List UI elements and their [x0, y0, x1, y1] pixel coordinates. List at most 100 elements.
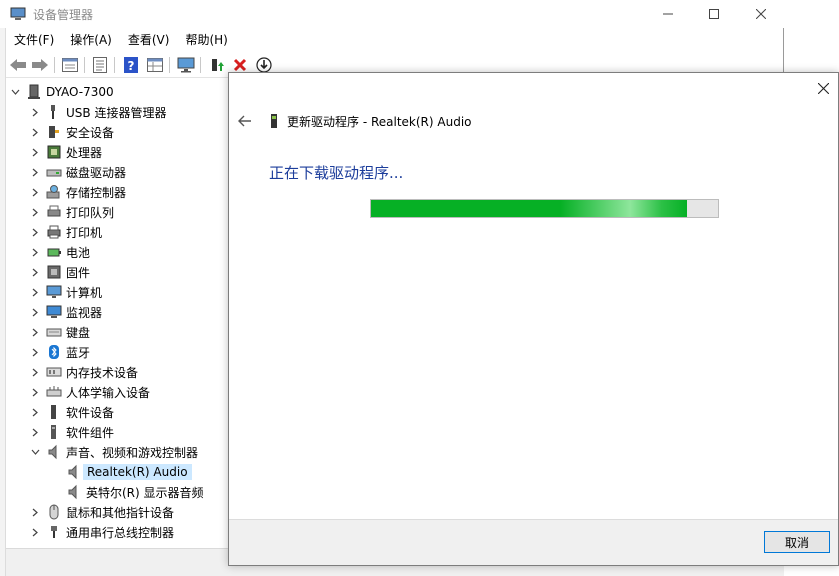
update-driver-icon — [212, 59, 224, 71]
chevron-right-icon[interactable] — [28, 382, 42, 402]
chevron-right-icon[interactable] — [28, 162, 42, 182]
tree-item[interactable]: 存储控制器 — [28, 182, 126, 202]
tree-item-label: 计算机 — [66, 285, 103, 300]
chevron-right-icon[interactable] — [28, 342, 42, 362]
chevron-right-icon[interactable] — [28, 422, 42, 442]
usb-controller-icon — [46, 524, 62, 540]
device-chip-icon — [271, 114, 277, 128]
cpu-icon — [46, 144, 62, 160]
chevron-right-icon[interactable] — [28, 142, 42, 162]
tree-item[interactable]: 固件 — [28, 262, 90, 282]
tree-item[interactable]: 打印机 — [28, 222, 102, 242]
download-status-text: 正在下载驱动程序... — [269, 164, 404, 182]
close-button[interactable] — [738, 0, 784, 28]
keyboard-icon — [46, 324, 62, 340]
back-button[interactable] — [8, 55, 28, 75]
tree-item[interactable]: 人体学输入设备 — [28, 382, 150, 402]
chevron-right-icon[interactable] — [28, 502, 42, 522]
chevron-right-icon[interactable] — [28, 362, 42, 382]
chevron-right-icon[interactable] — [28, 242, 42, 262]
tree-item[interactable]: 处理器 — [28, 142, 102, 162]
toolbar-separator — [54, 57, 55, 73]
tree-item[interactable]: 内存技术设备 — [28, 362, 138, 382]
chevron-right-icon[interactable] — [28, 322, 42, 342]
tree-item[interactable]: 监视器 — [28, 302, 102, 322]
menu-help[interactable]: 帮助(H) — [177, 30, 235, 50]
dialog-close-button[interactable] — [808, 73, 838, 103]
menu-file[interactable]: 文件(F) — [6, 30, 62, 50]
dialog-title: 更新驱动程序 - Realtek(R) Audio — [287, 115, 472, 129]
scan-hardware-button[interactable] — [176, 55, 196, 75]
tree-item[interactable]: 计算机 — [28, 282, 102, 302]
hid-icon — [46, 384, 62, 400]
tree-item[interactable]: 声音、视频和游戏控制器 — [28, 442, 198, 462]
list-view-button[interactable] — [90, 55, 110, 75]
chevron-right-icon[interactable] — [28, 182, 42, 202]
usb-icon — [46, 104, 62, 120]
help-button[interactable]: ? — [121, 55, 141, 75]
grid-view-button[interactable] — [145, 55, 165, 75]
close-icon — [756, 9, 766, 19]
back-arrow-icon — [10, 59, 26, 71]
maximize-button[interactable] — [691, 0, 737, 28]
memory-icon — [46, 364, 62, 380]
tree-item-label: 电池 — [66, 245, 91, 260]
tree-item[interactable]: 鼠标和其他指针设备 — [28, 502, 174, 522]
battery-icon — [46, 244, 62, 260]
tree-item-label: 处理器 — [66, 145, 103, 160]
chevron-right-icon[interactable] — [28, 262, 42, 282]
bluetooth-icon — [46, 344, 62, 360]
chevron-down-icon[interactable] — [28, 442, 42, 462]
download-icon — [256, 57, 272, 73]
firmware-icon — [46, 264, 62, 280]
chevron-right-icon[interactable] — [28, 282, 42, 302]
computer-tower-icon — [26, 84, 42, 100]
title-bar[interactable]: 设备管理器 — [0, 0, 784, 28]
grid-icon — [147, 58, 163, 72]
dialog-footer: 取消 — [229, 519, 838, 565]
tree-item-label: USB 连接器管理器 — [66, 105, 167, 120]
chevron-right-icon[interactable] — [28, 402, 42, 422]
tree-item-label: 键盘 — [66, 325, 91, 340]
properties-button[interactable] — [60, 55, 80, 75]
print-queue-icon — [46, 204, 62, 220]
menu-view[interactable]: 查看(V) — [120, 30, 178, 50]
tree-item[interactable]: 软件组件 — [28, 422, 114, 442]
monitor-scan-icon — [177, 57, 195, 73]
tree-item[interactable]: 蓝牙 — [28, 342, 90, 362]
tree-item[interactable]: 电池 — [28, 242, 90, 262]
tree-child-item[interactable]: Realtek(R) Audio — [62, 462, 192, 482]
forward-arrow-icon — [32, 59, 48, 71]
minimize-button[interactable] — [645, 0, 691, 28]
monitor-icon — [46, 304, 62, 320]
tree-item[interactable]: 打印队列 — [28, 202, 114, 222]
dialog-back-button[interactable] — [235, 111, 255, 131]
tree-item[interactable]: USB 连接器管理器 — [28, 102, 166, 122]
forward-button[interactable] — [30, 55, 50, 75]
tree-item-label: 软件设备 — [66, 405, 115, 420]
update-driver-button[interactable] — [207, 55, 227, 75]
software-component-icon — [46, 424, 62, 440]
tree-item-label: 固件 — [66, 265, 91, 280]
mouse-icon — [46, 504, 62, 520]
download-progress-bar — [370, 199, 719, 218]
tree-item[interactable]: 安全设备 — [28, 122, 114, 142]
chevron-right-icon[interactable] — [28, 522, 42, 542]
tree-child-item[interactable]: 英特尔(R) 显示器音频 — [62, 482, 204, 502]
chevron-right-icon[interactable] — [28, 102, 42, 122]
chevron-down-icon[interactable] — [8, 82, 22, 102]
chevron-right-icon[interactable] — [28, 122, 42, 142]
cancel-button[interactable]: 取消 — [764, 531, 830, 553]
tree-item-label: 存储控制器 — [66, 185, 127, 200]
chevron-right-icon[interactable] — [28, 222, 42, 242]
tree-item[interactable]: 磁盘驱动器 — [28, 162, 126, 182]
menu-action[interactable]: 操作(A) — [62, 30, 120, 50]
tree-item[interactable]: 软件设备 — [28, 402, 114, 422]
chevron-right-icon[interactable] — [28, 202, 42, 222]
printer-icon — [46, 224, 62, 240]
tree-root[interactable]: DYAO-7300 — [8, 82, 114, 102]
tree-item[interactable]: 键盘 — [28, 322, 90, 342]
update-driver-dialog: 更新驱动程序 - Realtek(R) Audio 正在下载驱动程序... 取消 — [228, 72, 839, 566]
tree-item[interactable]: 通用串行总线控制器 — [28, 522, 174, 542]
chevron-right-icon[interactable] — [28, 302, 42, 322]
